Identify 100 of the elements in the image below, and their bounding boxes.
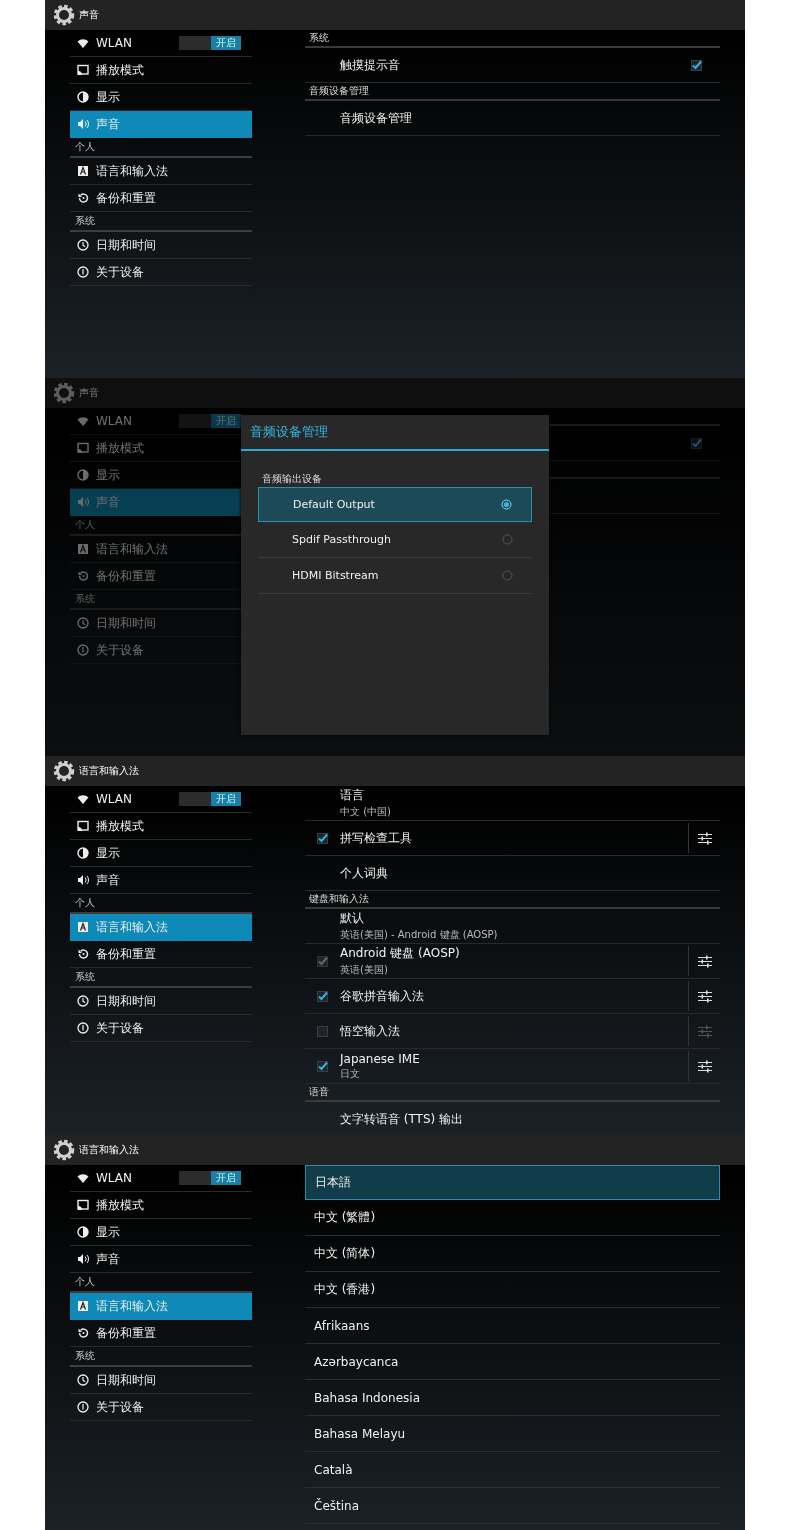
sliders-icon[interactable] [697,831,712,845]
wifi-icon [77,1172,89,1184]
letter-a-icon [77,165,89,177]
section-header: 系统 [305,31,720,48]
checkbox-icon[interactable] [317,1025,328,1037]
sidebar-item[interactable]: 备份和重置 [70,941,252,968]
rotate-icon [77,1327,89,1339]
radio-icon[interactable] [502,570,513,581]
sidebar-item[interactable]: 显示 [70,1219,252,1246]
language-item[interactable]: Azərbaycanca [305,1344,720,1380]
letter-a-icon [77,1300,89,1312]
contrast-icon [77,1226,89,1238]
gear-icon [52,1138,76,1162]
section-header: 系统 [70,968,252,988]
gear-icon [52,759,76,783]
setting-title[interactable]: 拼写检查工具 [340,829,688,847]
setting-summary: 英语(美国) - Android 键盘 (AOSP) [340,928,499,942]
sidebar-item[interactable]: 播放模式 [70,57,252,84]
info-icon [77,1022,89,1034]
gear-icon [52,3,76,27]
setting-title[interactable]: 音频设备管理 [340,109,720,127]
sidebar-item[interactable]: 日期和时间 [70,232,252,259]
language-item[interactable]: Català [305,1452,720,1488]
checkbox-icon[interactable] [691,59,702,71]
radio-option[interactable]: HDMI Bitstream [258,558,532,594]
setting-title[interactable]: 默认 [340,910,720,927]
sidebar-item[interactable]: WLAN 开启 [70,1165,252,1192]
sidebar-item[interactable]: 关于设备 [70,1015,252,1042]
checkbox-icon[interactable] [317,832,328,844]
language-item[interactable]: Bahasa Indonesia [305,1380,720,1416]
checkbox-icon[interactable] [691,437,702,449]
language-item[interactable]: 中文 (繁體) [305,1200,720,1236]
language-item[interactable]: Afrikaans [305,1308,720,1344]
section-header: 系统 [70,1347,252,1367]
contrast-icon [77,469,89,481]
sidebar-item[interactable]: 显示 [70,840,252,867]
sidebar-item[interactable]: 声音 [70,111,252,138]
screen-icon [77,1199,89,1211]
sliders-icon[interactable] [697,989,712,1003]
section-header: 音频输出设备 [261,472,323,486]
setting-title[interactable]: 文字转语音 (TTS) 输出 [340,1110,720,1128]
sidebar-item[interactable]: 备份和重置 [70,1320,252,1347]
sidebar-item[interactable]: 播放模式 [70,813,252,840]
setting-summary: 英语(美国) [340,963,389,977]
letter-a-icon [77,921,89,933]
sidebar-item[interactable]: 语言和输入法 [70,1293,252,1320]
language-item[interactable]: Čeština [305,1488,720,1524]
letter-a-icon [77,543,89,555]
radio-option[interactable]: Default Output [258,487,532,522]
sidebar-item[interactable]: 语言和输入法 [70,914,252,941]
screen-title: 声音 [79,8,99,22]
language-item[interactable]: 日本語 [305,1165,720,1200]
language-item[interactable]: 中文 (香港) [305,1272,720,1308]
speaker-icon [77,874,89,886]
rotate-icon [77,192,89,204]
setting-summary: 中文 (中国) [340,805,392,819]
sidebar-item[interactable]: 关于设备 [70,259,252,286]
checkbox-icon[interactable] [317,1060,328,1072]
speaker-icon [77,1253,89,1265]
sliders-icon[interactable] [697,954,712,968]
radio-option[interactable]: Spdif Passthrough [258,522,532,558]
sidebar-item[interactable]: 关于设备 [70,1394,252,1421]
wifi-icon [77,415,89,427]
sidebar-item[interactable]: 播放模式 [70,1192,252,1219]
sidebar-item[interactable]: WLAN 开启 [70,786,252,813]
toggle-switch[interactable]: 开启 [179,36,241,50]
sidebar-item[interactable]: 备份和重置 [70,185,252,212]
sidebar-item[interactable]: 声音 [70,867,252,894]
setting-title[interactable]: Japanese IME [340,1051,688,1066]
rotate-icon [77,570,89,582]
sidebar-item[interactable]: 声音 [70,1246,252,1273]
setting-title[interactable]: 触摸提示音 [340,56,691,74]
clock-icon [77,239,89,251]
toggle-switch[interactable]: 开启 [179,792,241,806]
language-item[interactable]: Bahasa Melayu [305,1416,720,1452]
contrast-icon [77,847,89,859]
sidebar-item[interactable]: 语言和输入法 [70,158,252,185]
toggle-switch[interactable]: 开启 [179,1171,241,1185]
sliders-icon[interactable] [697,1059,712,1073]
screen-title: 语言和输入法 [79,764,139,778]
clock-icon [77,617,89,629]
setting-title[interactable]: Android 键盘 (AOSP) [340,945,688,962]
setting-title[interactable]: 个人词典 [340,864,720,882]
gear-icon [52,381,76,405]
checkbox-icon[interactable] [317,990,328,1002]
setting-title[interactable]: 谷歌拼音输入法 [340,987,688,1005]
info-icon [77,266,89,278]
setting-title[interactable]: 悟空输入法 [340,1022,688,1040]
setting-title[interactable]: 语言 [340,787,720,804]
section-header: 音频设备管理 [305,84,720,101]
radio-icon[interactable] [502,534,513,545]
sidebar-item[interactable]: 日期和时间 [70,988,252,1015]
sidebar-item[interactable]: 日期和时间 [70,1367,252,1394]
wifi-icon [77,793,89,805]
section-header: 键盘和输入法 [305,892,720,909]
sidebar-item[interactable]: WLAN 开启 [70,30,252,57]
dialog-title: 音频设备管理 [241,415,549,451]
info-icon [77,1401,89,1413]
language-item[interactable]: 中文 (简体) [305,1236,720,1272]
clock-icon [77,995,89,1007]
